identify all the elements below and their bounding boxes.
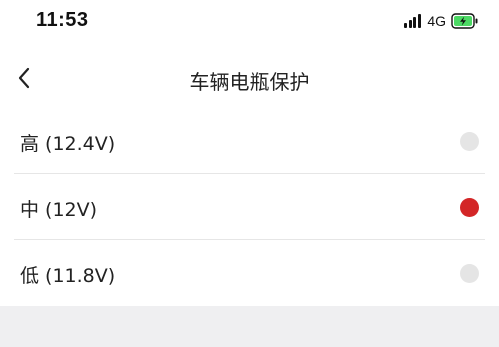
status-time: 11:53	[36, 9, 89, 31]
footer-background	[0, 306, 499, 347]
option-label: 低 (11.8V)	[20, 265, 116, 287]
status-indicators: 4G	[404, 11, 479, 31]
option-low[interactable]: 低 (11.8V)	[0, 240, 499, 306]
option-high[interactable]: 高 (12.4V)	[0, 108, 499, 174]
page-title: 车辆电瓶保护	[189, 70, 310, 94]
navigation-bar: 车辆电瓶保护	[0, 52, 499, 104]
option-label: 高 (12.4V)	[20, 133, 116, 155]
battery-charging-icon	[451, 13, 478, 29]
battery-protection-options: 高 (12.4V) 中 (12V) 低 (11.8V)	[0, 108, 499, 306]
network-type-label: 4G	[427, 13, 446, 29]
option-label: 中 (12V)	[20, 199, 98, 221]
option-medium[interactable]: 中 (12V)	[0, 174, 499, 240]
radio-unselected-icon[interactable]	[460, 264, 479, 283]
status-bar: 11:53 4G	[0, 0, 499, 44]
cellular-signal-icon	[404, 14, 422, 28]
radio-selected-icon[interactable]	[460, 198, 479, 217]
radio-unselected-icon[interactable]	[460, 132, 479, 151]
